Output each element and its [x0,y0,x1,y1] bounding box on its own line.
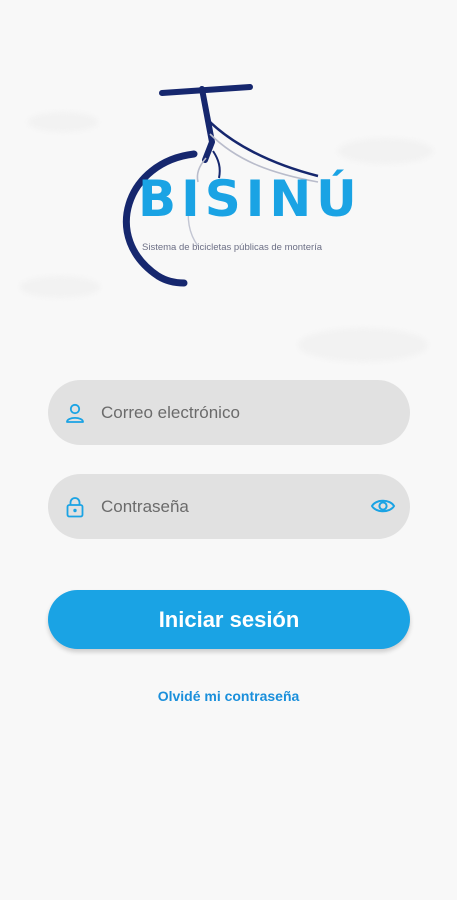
lock-icon [66,497,84,518]
email-input[interactable] [101,380,361,445]
eye-icon[interactable] [370,494,396,518]
background-cloud [20,276,100,298]
password-input[interactable] [101,474,361,539]
email-field[interactable] [48,380,410,445]
brand-tagline: Sistema de bicicletas públicas de monter… [142,242,323,253]
user-icon [66,403,84,423]
app-logo: BISINÚ Sistema de bicicletas públicas de… [106,78,357,288]
password-field[interactable] [48,474,410,539]
background-cloud [28,112,98,132]
forgot-password-link[interactable]: Olvidé mi contraseña [0,688,457,704]
login-button[interactable]: Iniciar sesión [48,590,410,649]
brand-name: BISINÚ [138,170,362,228]
background-cloud [298,328,428,362]
